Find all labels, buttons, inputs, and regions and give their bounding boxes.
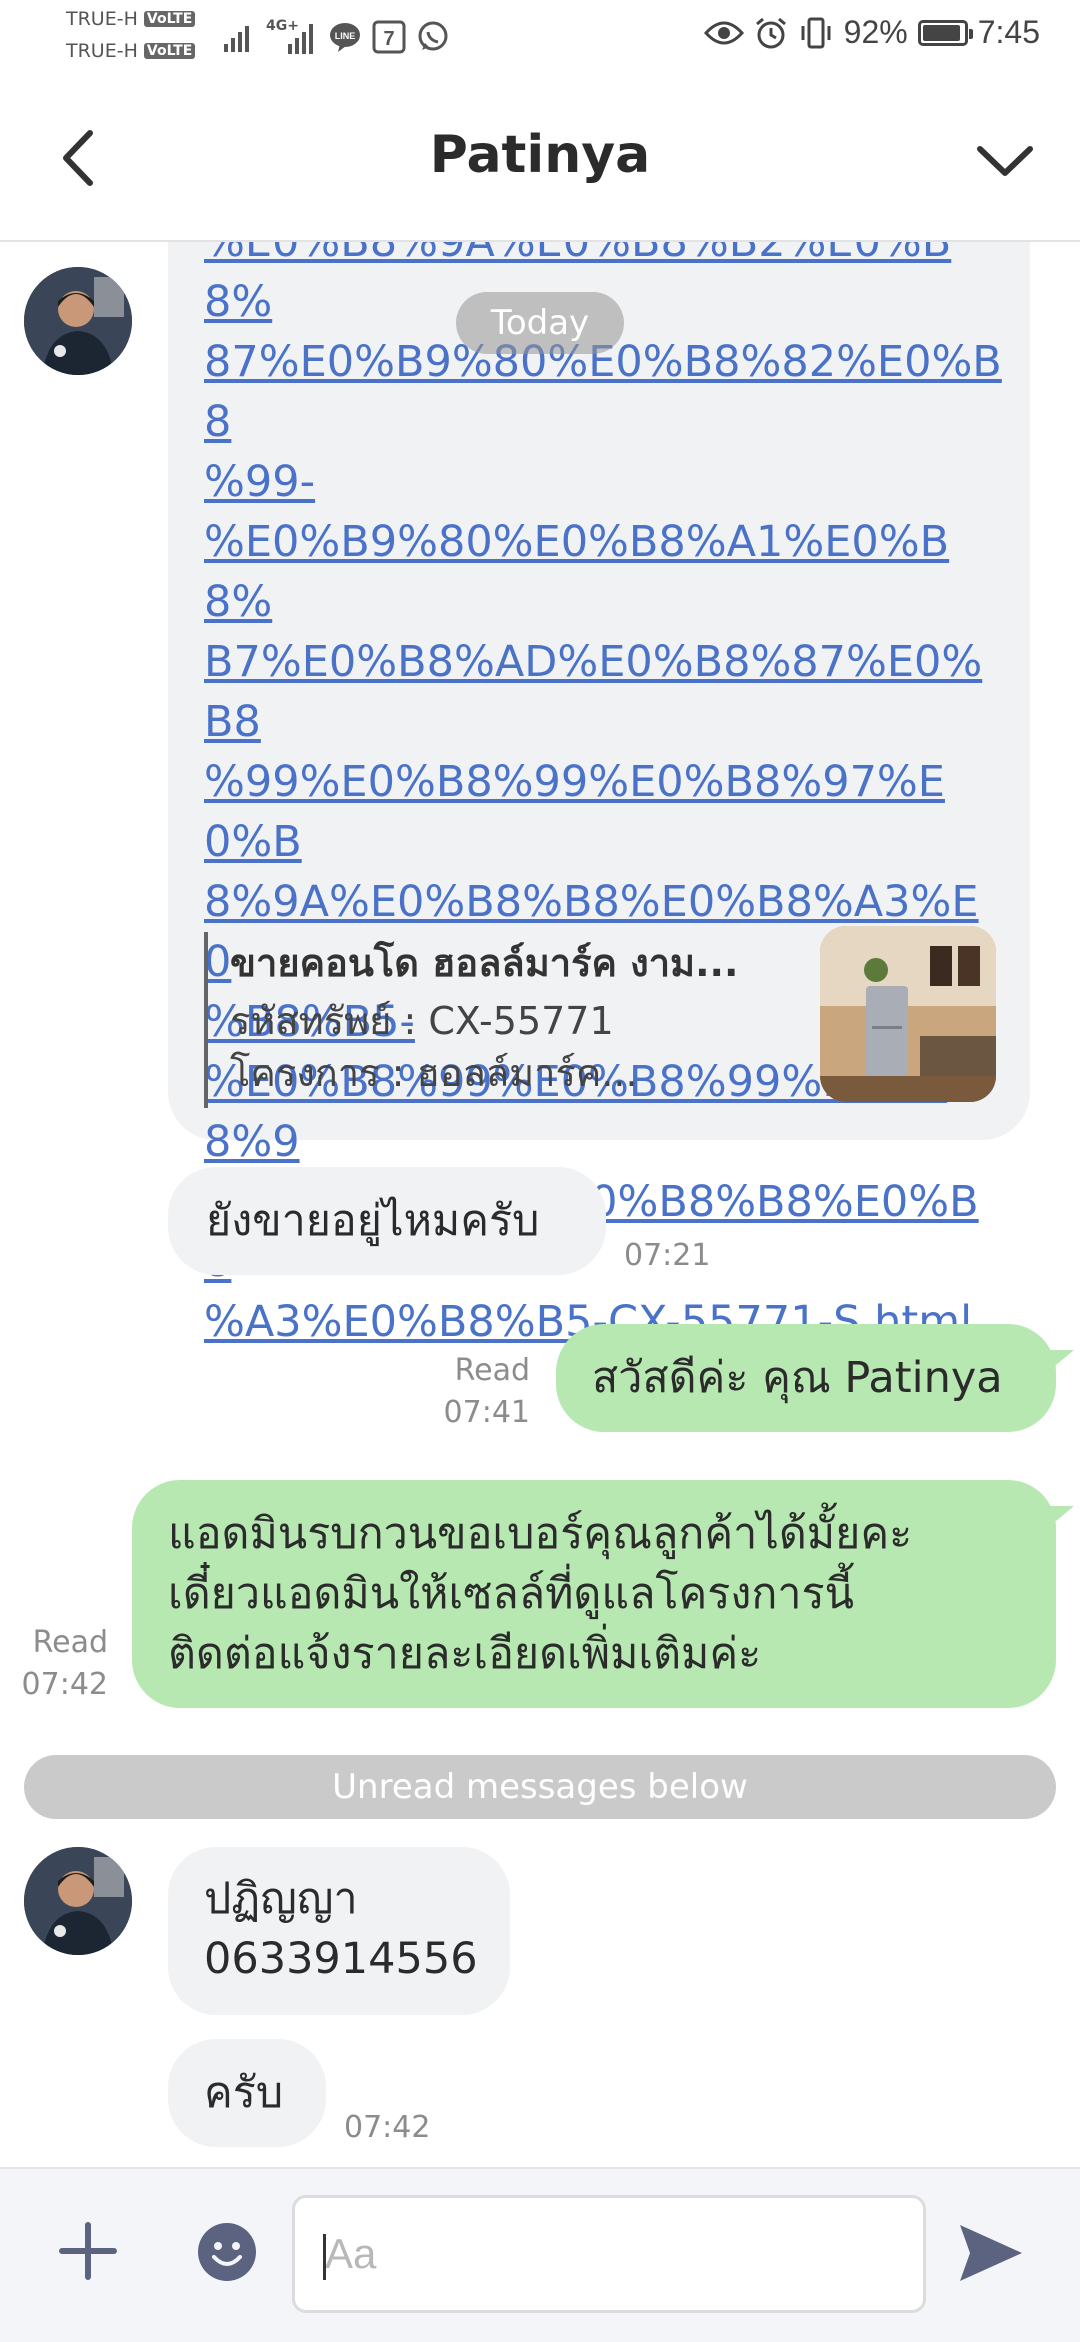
chat-menu-button[interactable] [970, 135, 1040, 185]
carrier-1-label: TRUE-H [66, 8, 138, 30]
message-time: 07:21 [624, 1238, 711, 1273]
message-line-1: ปฏิญญา [204, 1874, 358, 1924]
link-url-line[interactable]: %99- [204, 452, 1004, 512]
avatar[interactable] [24, 267, 132, 375]
volte-badge-2: VoLTE [143, 43, 196, 59]
bubble-tail-icon [1050, 1350, 1074, 1370]
chat-header: Patinya [0, 75, 1080, 242]
carrier-1: TRUE-H VoLTE [66, 8, 196, 30]
message-text: สวัสดีค่ะ คุณ Patinya [592, 1353, 1003, 1403]
message-bubble-outgoing[interactable]: แอดมินรบกวนขอเบอร์คุณลูกค้าได้มั้ยคะ เดี… [132, 1480, 1056, 1708]
message-text: ครับ [204, 2068, 284, 2118]
send-button[interactable] [956, 2221, 1026, 2285]
whatsapp-icon [418, 21, 448, 51]
status-icons-right: 92% 7:45 [703, 14, 1040, 51]
volte-badge-1: VoLTE [143, 11, 196, 27]
message-bubble-incoming[interactable]: ครับ [168, 2039, 326, 2147]
carrier-2: TRUE-H VoLTE [66, 40, 196, 62]
status-bar: TRUE-H VoLTE TRUE-H VoLTE 4G+ LINE 7 92%… [0, 0, 1080, 75]
read-label: Read [32, 1625, 108, 1660]
message-time: 07:42 [21, 1667, 108, 1702]
read-receipt: Read 07:42 [20, 1622, 108, 1706]
preview-title: ขายคอนโด ฮอลล์มาร์ค งาม... [230, 941, 739, 985]
network-4g-icon: 4G+ [266, 18, 318, 56]
link-preview[interactable]: ขายคอนโด ฮอลล์มาร์ค งาม... รหัสทรัพย์ : … [204, 926, 996, 1108]
message-line-2: 0633914556 [204, 1934, 478, 1984]
battery-icon [917, 19, 973, 46]
emoji-icon [198, 2223, 256, 2281]
vibrate-icon [801, 17, 831, 48]
plus-icon [59, 2222, 117, 2280]
chevron-down-icon [977, 146, 1033, 176]
status-time: 7:45 [977, 14, 1040, 50]
attach-button[interactable] [58, 2221, 118, 2281]
page-title: Patinya [429, 125, 651, 185]
avatar[interactable] [24, 1847, 132, 1955]
chat-messages[interactable]: %E0%B8%9A%E0%B8%B2%E0%B8% 87%E0%B9%80%E0%… [0, 242, 1080, 2167]
message-input[interactable]: Aa [292, 2195, 926, 2313]
alarm-icon [755, 17, 786, 48]
send-icon [960, 2225, 1022, 2281]
read-label: Read [454, 1353, 530, 1388]
link-url-line[interactable]: %E0%B9%80%E0%B8%A1%E0%B8% [204, 512, 1004, 632]
svg-text:7: 7 [383, 28, 394, 50]
battery-percent: 92% [843, 14, 908, 50]
message-bubble-incoming[interactable]: ปฏิญญา 0633914556 [168, 1847, 510, 2015]
eye-icon [703, 21, 744, 44]
carrier-2-label: TRUE-H [66, 40, 138, 62]
message-time: 07:42 [344, 2110, 431, 2145]
link-url-line[interactable]: B7%E0%B8%AD%E0%B8%87%E0%B8 [204, 632, 1004, 752]
preview-thumbnail [820, 926, 996, 1102]
line-app-icon: LINE [330, 23, 360, 52]
seven-eleven-icon: 7 [372, 20, 406, 54]
battery-fill [922, 24, 960, 41]
message-bubble-incoming[interactable]: ยังขายอยู่ไหมครับ [168, 1167, 606, 1275]
message-line-3: ติดต่อแจ้งรายละเอียดเพิ่มเติมค่ะ [168, 1629, 762, 1679]
unread-divider: Unread messages below [24, 1755, 1056, 1819]
message-input-bar: Aa [0, 2167, 1080, 2342]
signal-icon [224, 26, 249, 52]
message-text: ยังขายอยู่ไหมครับ [206, 1196, 540, 1246]
preview-divider [204, 932, 208, 1108]
message-bubble-outgoing[interactable]: สวัสดีค่ะ คุณ Patinya [556, 1324, 1056, 1432]
emoji-button[interactable] [196, 2221, 258, 2283]
read-receipt: Read 07:41 [430, 1350, 530, 1434]
message-line-1: แอดมินรบกวนขอเบอร์คุณลูกค้าได้มั้ยคะ [168, 1509, 913, 1559]
message-time: 07:41 [443, 1395, 530, 1430]
preview-line-project: โครงการ : ฮอลล์มาร์ค... [230, 1051, 638, 1095]
bubble-tail-icon [1050, 1506, 1074, 1526]
date-pill: Today [456, 292, 624, 354]
link-url-line[interactable]: %99%E0%B8%99%E0%B8%97%E0%B [204, 752, 1004, 872]
message-line-2: เดี๋ยวแอดมินให้เซลล์ที่ดูแลโครงการนี้ [168, 1569, 855, 1619]
svg-text:LINE: LINE [335, 31, 356, 41]
status-icons-left: 4G+ LINE 7 [222, 18, 450, 56]
